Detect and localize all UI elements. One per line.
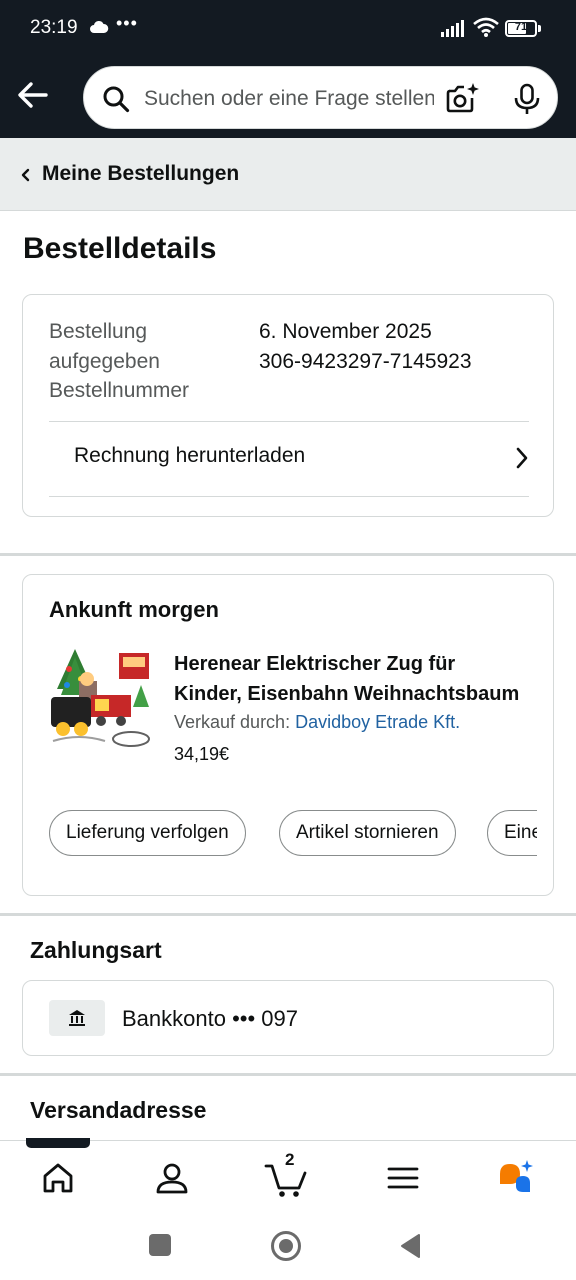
search-icon — [103, 86, 130, 113]
payment-method-card: Bankkonto ••• 097 — [22, 980, 554, 1056]
return-item-button[interactable]: Einen Artikel zurücksenden — [487, 810, 537, 856]
bank-icon — [69, 1010, 85, 1026]
product-title-line: Herenear Elektrischer Zug für — [174, 653, 456, 675]
shipping-address-title: Versandadresse — [30, 1097, 207, 1123]
microphone-icon[interactable] — [512, 83, 542, 115]
camera-sparkle-icon[interactable] — [445, 82, 481, 114]
account-icon[interactable] — [142, 1156, 202, 1200]
back-triangle-icon[interactable] — [399, 1233, 421, 1259]
cloud-icon — [90, 20, 109, 33]
bank-badge — [49, 1000, 105, 1036]
track-package-button[interactable]: Lieferung verfolgen — [49, 810, 246, 856]
cart-button[interactable]: 2 — [257, 1150, 317, 1200]
arrow-left-icon[interactable] — [16, 80, 50, 110]
delivery-status-heading: Ankunft morgen — [49, 597, 219, 622]
order-date-label-cont: aufgegeben — [49, 349, 160, 373]
home-system-icon-dot — [279, 1239, 293, 1253]
seller-line: Verkauf durch: Davidboy Etrade Kft. — [174, 712, 460, 733]
order-number: 306-9423297-7145923 — [259, 349, 472, 373]
cart-count: 2 — [285, 1150, 295, 1169]
system-navigation — [0, 1212, 576, 1280]
order-date-label: Bestellung — [49, 320, 148, 343]
home-system-icon[interactable] — [271, 1231, 301, 1261]
order-labels: Bestellung aufgegeben Bestellnummer — [49, 317, 189, 406]
menu-icon[interactable] — [373, 1156, 433, 1200]
rufus-icon[interactable] — [488, 1156, 548, 1200]
battery-tip — [538, 25, 541, 32]
seller-prefix: Verkauf durch: — [174, 712, 291, 732]
payment-method-text: Bankkonto ••• 097 — [122, 1006, 298, 1031]
cancel-items-button[interactable]: Artikel stornieren — [279, 810, 456, 856]
wifi-icon — [473, 17, 499, 37]
download-invoice-label: Rechnung herunterladen — [74, 444, 306, 467]
search-bar[interactable] — [83, 66, 558, 129]
product-price: 34,19€ — [174, 744, 230, 764]
payment-section-title: Zahlungsart — [30, 937, 162, 963]
shipment-card: Ankunft morgen Herenear Elektrischer Zug… — [22, 574, 554, 896]
chevron-left-icon — [21, 168, 30, 182]
shipment-actions: Lieferung verfolgen Artikel stornieren E… — [49, 810, 537, 858]
recent-apps-icon[interactable] — [149, 1234, 171, 1256]
order-date: 6. November 2025 — [259, 320, 432, 343]
order-summary-card: Bestellung aufgegeben Bestellnummer 6. N… — [22, 294, 554, 517]
section-separator — [0, 553, 576, 556]
battery-icon: 71 — [505, 20, 537, 37]
search-input[interactable] — [144, 85, 434, 113]
breadcrumb[interactable]: Meine Bestellungen — [0, 138, 576, 211]
section-separator — [0, 1073, 576, 1076]
battery-level: 71 — [514, 21, 528, 33]
order-values: 6. November 2025 306-9423297-7145923 — [259, 317, 472, 376]
status-time: 23:19 — [30, 17, 78, 38]
status-bar: 23:19 ••• 71 — [0, 0, 576, 56]
signal-icon — [441, 20, 464, 37]
section-separator — [0, 913, 576, 916]
product-image[interactable] — [49, 645, 153, 751]
app-header — [0, 56, 576, 138]
seller-link[interactable]: Davidboy Etrade Kft. — [295, 712, 460, 732]
product-title-line: Kinder, Eisenbahn Weihnachtsbaum — [174, 683, 520, 705]
notification-overflow-icon: ••• — [116, 13, 138, 33]
active-tab-indicator — [26, 1138, 90, 1148]
order-number-label: Bestellnummer — [49, 379, 190, 402]
breadcrumb-label: Meine Bestellungen — [42, 162, 240, 185]
chevron-right-icon — [516, 447, 528, 469]
divider — [49, 496, 529, 497]
bottom-navigation: 2 — [0, 1140, 576, 1212]
product-title[interactable]: Herenear Elektrischer Zug für Kinder, Ei… — [174, 649, 534, 709]
page-title: Bestelldetails — [23, 232, 217, 265]
download-invoice-row[interactable]: Rechnung herunterladen — [49, 422, 529, 497]
home-icon[interactable] — [28, 1156, 88, 1200]
